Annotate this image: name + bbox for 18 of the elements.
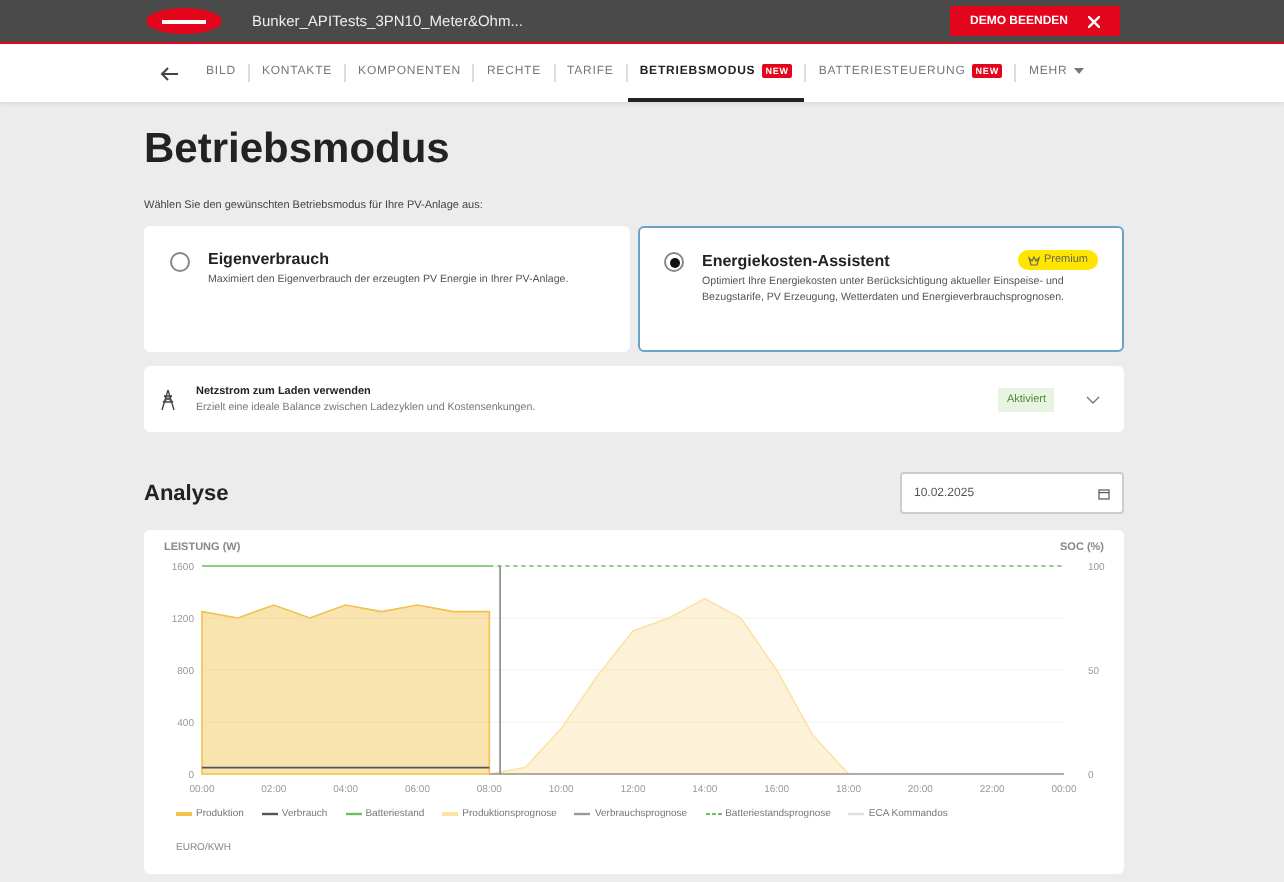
mode-title: Energiekosten-Assistent — [702, 251, 890, 269]
legend-line-icon — [261, 812, 278, 816]
page-title: Betriebsmodus — [144, 126, 452, 174]
crown-icon — [1027, 255, 1040, 265]
chevron-icon[interactable] — [1086, 395, 1100, 403]
legend-line-icon — [345, 812, 362, 816]
radio-button[interactable] — [664, 252, 684, 272]
legend-dashed-line-icon — [705, 812, 722, 816]
calendar-icon — [1098, 487, 1110, 499]
close-icon — [1088, 15, 1100, 27]
legend-line-icon — [848, 812, 865, 816]
mode-title: Eigenverbrauch — [208, 250, 329, 268]
section-title: Analyse — [144, 481, 229, 505]
power-tower-icon — [160, 389, 176, 409]
legend-line-icon — [574, 812, 591, 816]
logo — [146, 8, 222, 34]
back-arrow-icon[interactable] — [160, 65, 178, 81]
radio-button[interactable] — [170, 252, 190, 272]
